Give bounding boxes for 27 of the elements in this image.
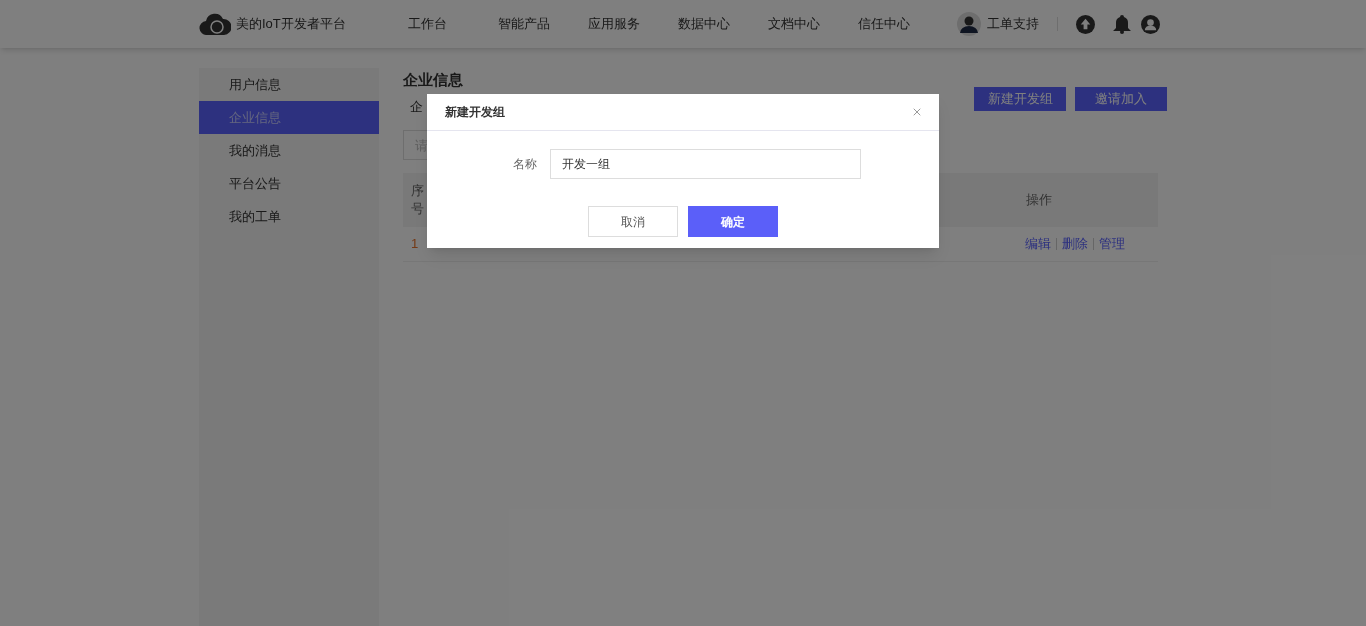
platform-name: 美的IoT开发者平台	[236, 15, 346, 34]
bell-icon[interactable]	[1113, 14, 1131, 34]
user-icon[interactable]	[1141, 14, 1160, 34]
table-link[interactable]: 编辑	[1025, 234, 1051, 254]
action-button[interactable]: 邀请加入	[1075, 87, 1167, 111]
table-link[interactable]: 管理	[1099, 234, 1125, 254]
dialog-button[interactable]: 确定	[688, 206, 778, 237]
cloud-logo-icon	[199, 13, 231, 35]
close-icon[interactable]	[911, 106, 923, 118]
column-header: 操作	[1026, 191, 1052, 210]
action-button[interactable]: 新建开发组	[974, 87, 1066, 111]
field-label: 名称	[512, 156, 537, 173]
page-title: 企业信息	[403, 70, 463, 90]
table-link[interactable]: 删除	[1062, 234, 1088, 254]
support-link[interactable]: 工单支持	[987, 14, 1039, 34]
column-header: 序号	[411, 182, 424, 218]
sidebar-item[interactable]: 我的消息	[199, 134, 379, 167]
dialog-button[interactable]: 取消	[588, 206, 678, 237]
upload-icon[interactable]	[1076, 14, 1095, 34]
sidebar-item[interactable]: 平台公告	[199, 167, 379, 200]
table-cell-text: 1	[411, 235, 419, 254]
nav-link[interactable]: 工作台	[407, 14, 456, 34]
name-field[interactable]: 开发一组	[550, 149, 861, 179]
sidebar-item[interactable]: 我的工单	[199, 200, 379, 233]
dialog-title: 新建开发组	[445, 104, 505, 121]
sidebar-item[interactable]: 用户信息	[199, 68, 379, 101]
avatar-icon[interactable]	[957, 12, 981, 36]
